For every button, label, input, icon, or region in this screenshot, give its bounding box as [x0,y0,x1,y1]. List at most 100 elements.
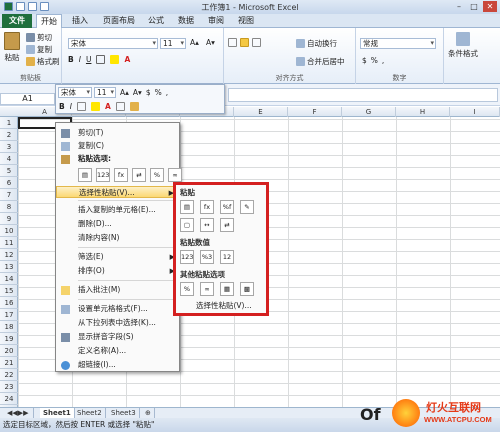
paste-values-icon[interactable]: 123 [96,168,110,182]
menu-item-insert-copied[interactable]: 插入复制的单元格(E)... [56,204,179,216]
menu-item-insert-comment[interactable]: 插入批注(M) [56,284,179,296]
mini-border-icon[interactable] [115,102,125,111]
comma-icon[interactable]: , [382,56,384,65]
column-header[interactable]: I [450,107,500,117]
row-header[interactable]: 14 [0,273,18,285]
merge-center-button[interactable]: 合并后居中 [296,56,345,67]
percent-icon[interactable]: % [371,56,378,65]
menu-item-copy[interactable]: 复制(C) [56,140,179,152]
menu-item-define-name[interactable]: 定义名称(A)... [56,345,179,357]
wrap-text-button[interactable]: 自动换行 [296,38,337,49]
paste-button[interactable]: 粘贴 [4,32,20,63]
paste-transpose-icon[interactable]: ⇄ [132,168,146,182]
mini-font-color-icon[interactable]: A [105,102,111,111]
row-header[interactable]: 7 [0,189,18,201]
paste-formulas-icon[interactable]: fx [114,168,128,182]
mini-bold-icon[interactable]: B [59,102,65,111]
tab-page-layout[interactable]: 页面布局 [100,14,138,28]
menu-item-filter[interactable]: 筛选(E) ▶ [56,251,179,263]
restore-button[interactable]: □ [467,1,481,12]
row-header[interactable]: 9 [0,213,18,225]
mini-comma-icon[interactable]: , [166,88,168,97]
tab-review[interactable]: 审阅 [206,14,226,28]
border-icon[interactable] [96,55,106,64]
underline-icon[interactable]: U [86,55,92,64]
row-header[interactable]: 2 [0,129,18,141]
format-painter-button[interactable]: 格式刷 [26,56,60,67]
row-header[interactable]: 5 [0,165,18,177]
row-header[interactable]: 12 [0,249,18,261]
menu-item-dropdown-list[interactable]: 从下拉列表中选择(K)... [56,317,179,329]
row-header[interactable]: 1 [0,117,18,129]
row-header[interactable]: 16 [0,297,18,309]
column-header[interactable]: E [234,107,288,117]
row-header[interactable]: 10 [0,225,18,237]
row-header[interactable]: 22 [0,369,18,381]
row-header[interactable]: 18 [0,321,18,333]
font-size-select[interactable]: 11 [160,38,186,49]
mini-painter-icon[interactable] [129,102,139,111]
menu-item-sort[interactable]: 排序(O) ▶ [56,265,179,277]
currency-icon[interactable]: $ [362,56,367,65]
font-name-select[interactable]: 宋体 [68,38,158,49]
column-header[interactable]: F [288,107,342,117]
tab-data[interactable]: 数据 [176,14,196,28]
fill-color-icon[interactable] [110,55,120,64]
paste-link-icon[interactable]: ∞ [168,168,182,182]
tab-file[interactable]: 文件 [2,14,32,28]
menu-item-hyperlink[interactable]: 超链接(I)... [56,359,179,371]
tab-formulas[interactable]: 公式 [146,14,166,28]
row-header[interactable]: 21 [0,357,18,369]
font-grow-button[interactable]: A▴ [190,38,199,47]
menu-item-cut[interactable]: 剪切(T) [56,127,179,139]
column-header[interactable]: H [396,107,450,117]
paste-option-icon[interactable]: ▤ [78,168,92,182]
italic-icon[interactable]: I [79,55,81,64]
formula-input[interactable] [228,88,498,102]
menu-item-phonetic[interactable]: 显示拼音字段(S) [56,331,179,343]
name-box[interactable]: A1 [0,93,55,105]
cut-button[interactable]: 剪切 [26,32,52,43]
row-header[interactable]: 3 [0,141,18,153]
menu-item-clear[interactable]: 清除内容(N) [56,232,179,244]
row-header[interactable]: 15 [0,285,18,297]
row-header[interactable]: 23 [0,381,18,393]
close-button[interactable]: ✕ [483,1,497,12]
row-header[interactable]: 8 [0,201,18,213]
copy-button[interactable]: 复制 [26,44,52,55]
column-header[interactable]: G [342,107,396,117]
row-header[interactable]: 19 [0,333,18,345]
menu-item-format-cells[interactable]: 设置单元格格式(F)... [56,303,179,315]
mini-fill-icon[interactable] [90,102,100,111]
row-header[interactable]: 6 [0,177,18,189]
mini-align-icon[interactable] [76,102,86,111]
minimize-button[interactable]: – [452,1,466,12]
mini-italic-icon[interactable]: I [70,102,72,111]
font-color-icon[interactable]: A [124,55,130,64]
mini-font-select[interactable]: 宋体 [58,87,92,98]
mini-currency-icon[interactable]: $ [146,88,151,97]
bold-icon[interactable]: B [68,55,74,64]
align-bottom-icon[interactable] [252,38,261,47]
tab-view[interactable]: 视图 [236,14,256,28]
row-header[interactable]: 17 [0,309,18,321]
mini-shrink-icon[interactable]: A▾ [133,88,142,97]
mini-grow-icon[interactable]: A▴ [120,88,129,97]
tab-home[interactable]: 开始 [36,14,62,28]
font-shrink-button[interactable]: A▾ [206,38,215,47]
align-middle-icon[interactable] [240,38,249,47]
row-header[interactable]: 24 [0,393,18,405]
row-header[interactable]: 4 [0,153,18,165]
tab-insert[interactable]: 插入 [70,14,90,28]
row-header[interactable]: 13 [0,261,18,273]
menu-item-paste-special[interactable]: 选择性粘贴(V)... ▶ [56,186,179,198]
paste-formatting-icon[interactable]: % [150,168,164,182]
align-top-icon[interactable] [228,38,237,47]
row-header[interactable]: 11 [0,237,18,249]
conditional-format-button[interactable]: 条件格式 [448,32,478,59]
menu-item-delete[interactable]: 删除(D)... [56,218,179,230]
mini-size-select[interactable]: 11 [94,87,116,98]
number-format-select[interactable]: 常规 [360,38,436,49]
row-header[interactable]: 20 [0,345,18,357]
mini-percent-icon[interactable]: % [155,88,162,97]
